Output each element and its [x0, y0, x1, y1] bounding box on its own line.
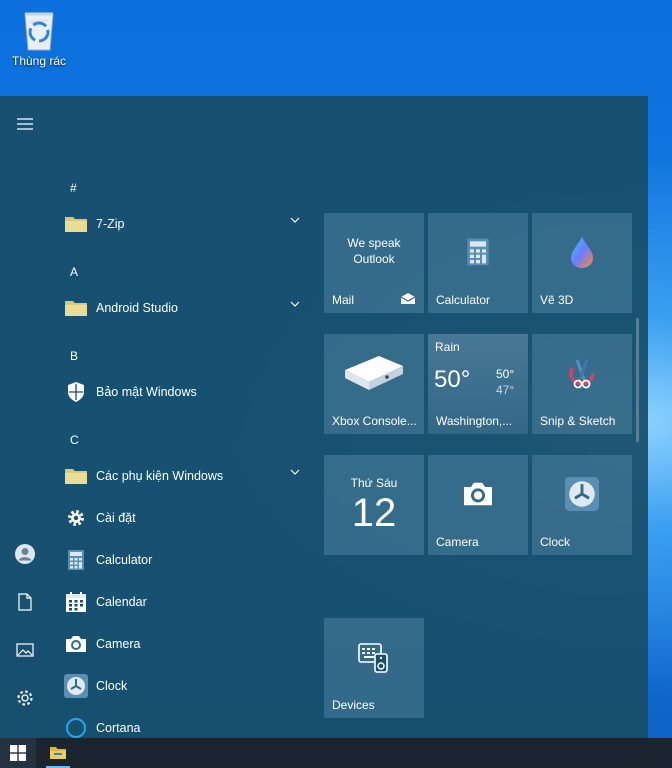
weather-high: 50° [496, 367, 515, 381]
shield-icon [64, 380, 88, 404]
folder-icon [64, 296, 88, 320]
tile-mail[interactable]: We speak Outlook Mail [324, 213, 424, 313]
chevron-down-icon[interactable] [290, 217, 300, 223]
folder-icon [64, 212, 88, 236]
recycle-bin-label: Thùng rác [11, 54, 67, 68]
tile-label: Washington,... [436, 414, 513, 428]
letter-header[interactable]: # [50, 168, 312, 208]
app-item-cortana[interactable]: Cortana [50, 708, 312, 738]
app-item-android-studio[interactable]: Android Studio [50, 288, 312, 328]
xbox-console-icon [345, 356, 403, 390]
tile-clock[interactable]: Clock [532, 455, 632, 555]
tile-label: Xbox Console... [332, 414, 417, 428]
app-label: Các phụ kiện Windows [96, 469, 224, 483]
tile-paint-3d[interactable]: Vẽ 3D [532, 213, 632, 313]
tile-label: Devices [332, 698, 375, 712]
gear-icon [64, 506, 88, 530]
app-label: 7-Zip [96, 217, 125, 231]
app-item-settings[interactable]: Cài đặt [50, 498, 312, 538]
weather-temp: 50° [434, 366, 471, 393]
pictures-icon[interactable] [13, 638, 37, 662]
desktop-recycle-bin[interactable]: Thùng rác [6, 8, 72, 68]
paint-drop-icon [571, 237, 593, 268]
file-explorer-button[interactable] [42, 738, 74, 768]
letter-header[interactable]: C [50, 420, 312, 460]
tile-label: Camera [436, 535, 479, 549]
app-label: Clock [96, 679, 128, 693]
tile-label: Mail [332, 293, 355, 307]
hamburger-icon[interactable] [13, 112, 37, 136]
app-item-calculator[interactable]: Calculator [50, 540, 312, 580]
camera-icon [464, 482, 492, 506]
app-label: Cài đặt [96, 511, 136, 525]
calendar-day-number: 12 [351, 491, 397, 535]
app-label: Camera [96, 637, 141, 651]
cortana-icon [64, 716, 88, 738]
clock-icon [64, 674, 88, 698]
letter-header[interactable]: A [50, 252, 312, 292]
app-label: Android Studio [96, 301, 179, 315]
tile-label: Calculator [436, 293, 491, 307]
tile-calendar[interactable]: Thứ Sáu 12 [324, 455, 424, 555]
app-item-camera[interactable]: Camera [50, 624, 312, 664]
weather-low: 47° [496, 383, 515, 397]
app-item-calendar[interactable]: Calendar [50, 582, 312, 622]
tile-label: Vẽ 3D [540, 293, 574, 307]
app-item-clock[interactable]: Clock [50, 666, 312, 706]
app-label: Bảo mật Windows [96, 385, 197, 399]
clock-icon [565, 477, 599, 511]
devices-icon [358, 643, 388, 673]
mail-icon [400, 293, 416, 304]
settings-icon[interactable] [13, 686, 37, 710]
scissors-icon [569, 359, 595, 389]
windows-start-button[interactable] [0, 738, 36, 768]
app-item-windows-security[interactable]: Bảo mật Windows [50, 372, 312, 412]
app-item-7zip[interactable]: 7-Zip [50, 204, 312, 244]
document-icon[interactable] [13, 590, 37, 614]
calculator-icon [467, 238, 489, 266]
camera-icon [64, 632, 88, 656]
taskbar [0, 738, 672, 768]
chevron-down-icon[interactable] [290, 469, 300, 475]
letter-label: # [70, 181, 77, 195]
calendar-day-name: Thứ Sáu [350, 476, 398, 490]
user-icon[interactable] [13, 542, 37, 566]
app-label: Cortana [96, 721, 141, 735]
mail-tile-text: We speak Outlook [347, 236, 401, 266]
start-rail [0, 96, 50, 738]
tile-camera[interactable]: Camera [428, 455, 528, 555]
letter-label: B [70, 349, 79, 363]
app-label: Calculator [96, 553, 153, 567]
folder-icon [64, 464, 88, 488]
calendar-icon [64, 590, 88, 614]
letter-label: C [70, 433, 79, 447]
tile-snip-sketch[interactable]: Snip & Sketch [532, 334, 632, 434]
tile-weather[interactable]: Rain 50° 50° 47° Washington,... [428, 334, 528, 434]
recycle-bin-icon [24, 12, 54, 51]
app-item-windows-accessories[interactable]: Các phụ kiện Windows [50, 456, 312, 496]
windows-start-icon [10, 745, 26, 761]
calculator-icon [64, 548, 88, 572]
start-menu: # 7-Zip A Android Studio B Bảo mật Windo… [0, 96, 648, 738]
tile-devices[interactable]: Devices [324, 618, 424, 718]
tile-calculator[interactable]: Calculator [428, 213, 528, 313]
chevron-down-icon[interactable] [290, 301, 300, 307]
letter-header[interactable]: B [50, 336, 312, 376]
app-label: Calendar [96, 595, 147, 609]
file-explorer-icon [50, 747, 66, 759]
tile-xbox-console[interactable]: Xbox Console... [324, 334, 424, 434]
tiles-scrollbar[interactable] [636, 318, 639, 442]
weather-condition: Rain [435, 340, 460, 354]
tile-label: Snip & Sketch [540, 414, 616, 428]
tile-label: Clock [540, 535, 571, 549]
letter-label: A [70, 265, 79, 279]
